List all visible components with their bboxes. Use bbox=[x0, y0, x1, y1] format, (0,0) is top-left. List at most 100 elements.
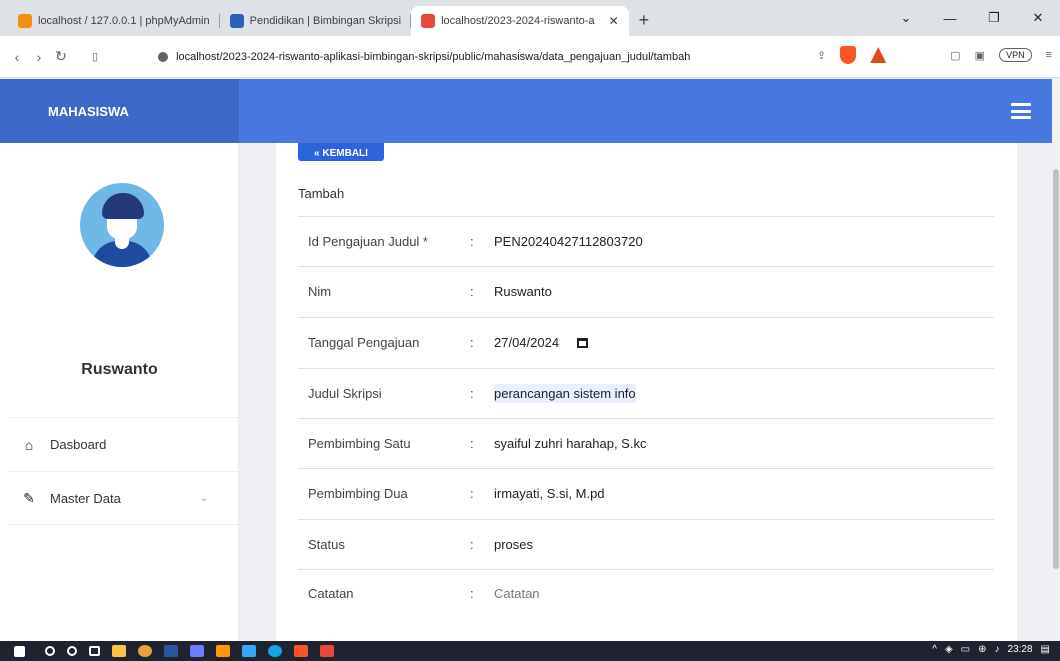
sidebar-item-label: Master Data bbox=[50, 490, 121, 506]
judul-skripsi-field[interactable]: perancangan sistem info bbox=[494, 384, 636, 403]
chrome-icon[interactable] bbox=[138, 645, 152, 657]
menu-icon[interactable]: ≡ bbox=[1046, 49, 1052, 61]
back-button[interactable]: « KEMBALI bbox=[298, 143, 384, 161]
sidebar-item-dasboard[interactable]: ⌂ Dasboard bbox=[8, 417, 238, 471]
field-label: Id Pengajuan Judul * bbox=[308, 234, 428, 249]
calendar-icon[interactable] bbox=[577, 337, 589, 348]
chevron-up-icon[interactable]: ^ bbox=[932, 644, 937, 655]
photoshop-icon[interactable] bbox=[242, 645, 256, 657]
os-taskbar: ^ ◈ ▭ ⊕ ♪ 23:28 ▤ bbox=[0, 641, 1060, 661]
edit-icon: ✎ bbox=[23, 489, 35, 506]
double-chevron-left-icon: « bbox=[314, 148, 323, 159]
web-app: MAHASISWA Ruswanto ⌂ Dasboard ✎ Master D… bbox=[0, 79, 1060, 641]
back-icon[interactable]: ‹ bbox=[6, 49, 28, 65]
edge-icon[interactable] bbox=[268, 645, 282, 657]
task-view-icon[interactable] bbox=[89, 646, 100, 656]
close-window-icon[interactable]: ✕ bbox=[1016, 10, 1060, 26]
form-title: Tambah bbox=[298, 186, 345, 201]
notification-icon[interactable]: ▤ bbox=[1041, 644, 1050, 655]
form-row-judul: Judul Skripsi : perancangan sistem info bbox=[298, 368, 994, 418]
window-controls: ⌄ — ❐ ✕ bbox=[884, 0, 1060, 36]
illustrator-icon[interactable] bbox=[216, 645, 230, 657]
tab-label: Pendidikan | Bimbingan Skripsi bbox=[249, 15, 402, 27]
home-icon: ⌂ bbox=[24, 436, 34, 453]
site-info-icon[interactable] bbox=[158, 51, 169, 62]
word-icon[interactable] bbox=[164, 645, 178, 657]
form-row-catatan: Catatan : Catatan bbox=[298, 569, 994, 641]
form-card: « KEMBALI Tambah Id Pengajuan Judul * : … bbox=[276, 143, 1017, 641]
site-icon bbox=[421, 14, 436, 28]
share-icon[interactable]: ⇪ bbox=[817, 49, 826, 62]
vpn-button[interactable]: VPN bbox=[999, 48, 1032, 62]
new-tab-button[interactable]: + bbox=[629, 6, 660, 36]
sidebar-item-label: Dasboard bbox=[50, 437, 107, 452]
sidebar-item-master-data[interactable]: ✎ Master Data ⌄ bbox=[8, 471, 238, 525]
field-label: Pembimbing Satu bbox=[308, 436, 411, 451]
status-field[interactable]: proses bbox=[494, 537, 533, 552]
field-label: Judul Skripsi bbox=[308, 386, 382, 401]
form-row-tanggal: Tanggal Pengajuan : 27/04/2024 bbox=[298, 317, 994, 367]
toolbar-right: ⇪ ▢ ▣ VPN ≡ bbox=[817, 46, 1052, 64]
sidebar: Ruswanto ⌂ Dasboard ✎ Master Data ⌄ bbox=[0, 143, 239, 641]
brave-icon[interactable] bbox=[294, 645, 308, 657]
system-tray: ^ ◈ ▭ ⊕ ♪ 23:28 ▤ bbox=[932, 644, 1050, 655]
volume-icon[interactable]: ♪ bbox=[995, 644, 1000, 655]
file-explorer-icon[interactable] bbox=[112, 645, 126, 657]
tanggal-pengajuan-field[interactable]: 27/04/2024 bbox=[494, 335, 559, 350]
field-label: Pembimbing Dua bbox=[308, 486, 408, 501]
close-tab-icon[interactable]: ✕ bbox=[609, 14, 619, 28]
forward-icon[interactable]: › bbox=[28, 49, 50, 65]
globe-icon[interactable]: ⊕ bbox=[978, 644, 986, 655]
avatar bbox=[80, 183, 164, 267]
id-pengajuan-field[interactable]: PEN20240427112803720 bbox=[494, 234, 643, 249]
app-icon[interactable] bbox=[320, 645, 334, 657]
app-icon[interactable] bbox=[190, 645, 204, 657]
restore-icon[interactable]: ❐ bbox=[972, 10, 1016, 26]
nim-field[interactable]: Ruswanto bbox=[494, 284, 552, 299]
form-row-pembimbing-dua: Pembimbing Dua : irmayati, S.si, M.pd bbox=[298, 468, 994, 518]
bookmark-icon[interactable]: ▯ bbox=[92, 50, 98, 63]
form-row-nim: Nim : Ruswanto bbox=[298, 266, 994, 316]
tab-bimbingan[interactable]: Pendidikan | Bimbingan Skripsi bbox=[220, 6, 412, 36]
field-label: Nim bbox=[308, 284, 332, 299]
form-row-pembimbing-satu: Pembimbing Satu : syaiful zuhri harahap,… bbox=[298, 418, 994, 468]
top-navbar bbox=[239, 79, 1053, 143]
tab-active[interactable]: localhost/2023-2024-riswanto-a ✕ bbox=[411, 6, 629, 36]
user-name: Ruswanto bbox=[81, 361, 158, 378]
form-row-id-pengajuan: Id Pengajuan Judul * : PEN20240427112803… bbox=[298, 216, 994, 266]
browser-tab-strip: localhost / 127.0.0.1 | phpMyAdmin Pendi… bbox=[0, 0, 1060, 36]
field-label: Tanggal Pengajuan bbox=[308, 335, 420, 350]
site-icon bbox=[229, 14, 244, 28]
catatan-textarea[interactable]: Catatan bbox=[494, 586, 540, 601]
page-scrollbar[interactable] bbox=[1052, 79, 1060, 641]
cortana-icon[interactable] bbox=[67, 646, 77, 656]
phpmyadmin-icon bbox=[18, 14, 32, 28]
windows-start-icon[interactable] bbox=[14, 645, 25, 657]
pembimbing-satu-field[interactable]: syaiful zuhri harahap, S.kc bbox=[494, 436, 646, 451]
back-button-label: KEMBALI bbox=[322, 148, 368, 159]
clock[interactable]: 23:28 bbox=[1008, 644, 1033, 655]
tab-label: localhost / 127.0.0.1 | phpMyAdmin bbox=[38, 15, 210, 27]
pembimbing-dua-field[interactable]: irmayati, S.si, M.pd bbox=[494, 486, 605, 501]
reload-icon[interactable]: ↻ bbox=[50, 48, 72, 65]
url-field[interactable]: ▯ localhost/2023-2024-riswanto-aplikasi-… bbox=[92, 50, 832, 64]
field-label: Status bbox=[308, 537, 345, 552]
tab-phpmyadmin[interactable]: localhost / 127.0.0.1 | phpMyAdmin bbox=[8, 6, 220, 36]
field-label: Catatan bbox=[308, 586, 354, 601]
network-icon[interactable]: ◈ bbox=[945, 644, 953, 655]
minimize-icon[interactable]: — bbox=[928, 11, 972, 26]
tab-label: localhost/2023-2024-riswanto-a bbox=[441, 15, 595, 27]
search-icon[interactable] bbox=[45, 646, 55, 656]
form-row-status: Status : proses bbox=[298, 519, 994, 569]
sidebar-toggle-icon[interactable]: ▢ bbox=[950, 49, 960, 62]
url-text[interactable]: localhost/2023-2024-riswanto-aplikasi-bi… bbox=[176, 51, 690, 63]
address-bar: ‹ › ↻ ▯ localhost/2023-2024-riswanto-apl… bbox=[0, 36, 1060, 78]
wallet-icon[interactable]: ▣ bbox=[975, 49, 985, 62]
brave-shield-icon[interactable] bbox=[840, 46, 857, 64]
hamburger-menu-icon[interactable] bbox=[1011, 103, 1031, 119]
battery-icon[interactable]: ▭ bbox=[961, 644, 970, 655]
brave-rewards-icon[interactable] bbox=[870, 47, 887, 63]
chevron-down-icon: ⌄ bbox=[199, 492, 208, 504]
tab-search-icon[interactable]: ⌄ bbox=[884, 10, 928, 26]
brand: MAHASISWA bbox=[0, 79, 239, 143]
